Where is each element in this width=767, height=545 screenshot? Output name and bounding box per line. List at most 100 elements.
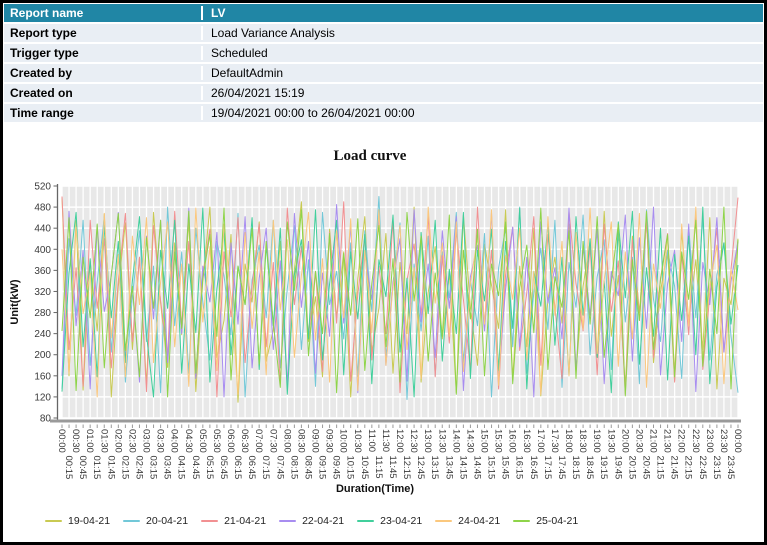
load-curve-chart: 80120160200240280320360400440480520Unit(… — [3, 3, 764, 542]
x-tick-label: 04:45 — [190, 456, 201, 480]
legend-label: 22-04-21 — [302, 515, 344, 527]
x-tick-label: 15:00 — [479, 429, 490, 453]
x-axis-title: Duration(Time) — [336, 483, 414, 495]
x-tick-label: 09:00 — [310, 429, 321, 453]
x-tick-label: 07:45 — [274, 456, 285, 480]
x-tick-label: 15:15 — [486, 456, 497, 480]
x-tick-label: 02:00 — [112, 429, 123, 453]
x-tick-label: 00:00 — [56, 429, 67, 453]
x-tick-label: 10:45 — [359, 456, 370, 480]
x-tick-label: 06:45 — [246, 456, 257, 480]
x-tick-label: 15:45 — [500, 456, 511, 480]
x-tick-label: 12:00 — [394, 429, 405, 453]
x-tick-label: 00:00 — [732, 429, 743, 453]
legend-item-23-04-21: 23-04-21 — [357, 515, 422, 527]
x-tick-label: 16:00 — [507, 429, 518, 453]
x-tick-label: 10:00 — [338, 429, 349, 453]
legend-swatch-icon — [435, 520, 452, 522]
y-tick-label: 120 — [34, 392, 51, 403]
y-tick-label: 520 — [34, 182, 51, 193]
x-tick-label: 11:30 — [380, 429, 391, 452]
x-tick-label: 17:30 — [549, 429, 560, 453]
x-tick-label: 13:00 — [422, 429, 433, 453]
legend-item-24-04-21: 24-04-21 — [435, 515, 500, 527]
x-tick-label: 18:30 — [577, 429, 588, 453]
x-tick-label: 00:45 — [77, 456, 88, 480]
y-tick-label: 280 — [34, 308, 51, 319]
y-tick-label: 240 — [34, 329, 51, 340]
x-tick-label: 22:15 — [683, 456, 694, 480]
y-tick-label: 440 — [34, 224, 51, 235]
x-tick-label: 21:00 — [648, 429, 659, 453]
x-tick-label: 05:30 — [211, 429, 222, 453]
y-axis-title: Unit(kW) — [9, 279, 21, 325]
x-tick-label: 21:15 — [655, 456, 666, 480]
x-tick-label: 20:15 — [626, 456, 637, 480]
legend-swatch-icon — [201, 520, 218, 522]
legend-label: 25-04-21 — [536, 515, 578, 527]
x-tick-label: 08:45 — [302, 456, 313, 480]
x-tick-label: 00:15 — [63, 456, 74, 480]
x-tick-label: 08:15 — [288, 456, 299, 480]
x-tick-label: 01:30 — [98, 429, 109, 453]
x-tick-label: 01:00 — [84, 429, 95, 453]
x-tick-label: 13:45 — [443, 456, 454, 480]
x-tick-label: 14:45 — [471, 456, 482, 480]
x-tick-label: 06:00 — [225, 429, 236, 453]
legend-swatch-icon — [357, 520, 374, 522]
x-tick-label: 20:45 — [640, 456, 651, 480]
x-tick-label: 17:15 — [542, 456, 553, 480]
legend-label: 19-04-21 — [68, 515, 110, 527]
x-tick-label: 13:15 — [429, 456, 440, 480]
y-tick-label: 80 — [40, 414, 52, 425]
x-tick-label: 03:15 — [148, 456, 159, 480]
legend-item-20-04-21: 20-04-21 — [123, 515, 188, 527]
x-tick-label: 12:45 — [415, 456, 426, 480]
y-tick-label: 320 — [34, 287, 51, 298]
y-tick-label: 360 — [34, 266, 51, 277]
legend-swatch-icon — [45, 520, 62, 522]
x-tick-label: 02:45 — [133, 456, 144, 480]
legend-item-21-04-21: 21-04-21 — [201, 515, 266, 527]
x-tick-label: 16:45 — [528, 456, 539, 480]
x-tick-label: 11:15 — [373, 456, 384, 479]
legend-item-25-04-21: 25-04-21 — [513, 515, 578, 527]
legend-label: 20-04-21 — [146, 515, 188, 527]
x-tick-label: 23:15 — [711, 456, 722, 480]
x-tick-label: 05:00 — [197, 429, 208, 453]
x-tick-label: 17:00 — [535, 429, 546, 453]
x-tick-label: 01:15 — [91, 456, 102, 480]
x-tick-label: 10:30 — [352, 429, 363, 453]
x-tick-label: 13:30 — [436, 429, 447, 453]
legend-item-22-04-21: 22-04-21 — [279, 515, 344, 527]
x-tick-label: 08:30 — [295, 429, 306, 453]
legend-swatch-icon — [123, 520, 140, 522]
x-tick-label: 21:30 — [662, 429, 673, 453]
chart-title: Load curve — [334, 148, 407, 164]
x-tick-label: 23:45 — [725, 456, 736, 480]
x-tick-label: 14:15 — [457, 456, 468, 480]
x-tick-label: 03:45 — [162, 456, 173, 480]
report-window: Report nameLVReport typeLoad Variance An… — [0, 0, 767, 545]
x-tick-label: 02:30 — [126, 429, 137, 453]
legend-label: 24-04-21 — [458, 515, 500, 527]
legend-label: 23-04-21 — [380, 515, 422, 527]
x-tick-label: 04:00 — [169, 429, 180, 453]
x-tick-label: 03:30 — [155, 429, 166, 453]
x-tick-label: 17:45 — [556, 456, 567, 480]
x-tick-label: 11:00 — [366, 429, 377, 452]
x-tick-label: 19:00 — [591, 429, 602, 453]
y-tick-label: 400 — [34, 245, 51, 256]
x-tick-label: 20:30 — [633, 429, 644, 453]
x-tick-label: 07:30 — [267, 429, 278, 453]
x-tick-label: 23:00 — [704, 429, 715, 453]
x-tick-label: 21:45 — [669, 456, 680, 480]
x-tick-label: 07:00 — [253, 429, 264, 453]
x-tick-label: 16:30 — [521, 429, 532, 453]
x-tick-label: 22:45 — [697, 456, 708, 480]
x-tick-label: 11:45 — [387, 456, 398, 479]
x-tick-label: 10:15 — [345, 456, 356, 480]
y-tick-label: 160 — [34, 371, 51, 382]
x-tick-label: 15:30 — [493, 429, 504, 453]
x-tick-label: 05:45 — [218, 456, 229, 480]
